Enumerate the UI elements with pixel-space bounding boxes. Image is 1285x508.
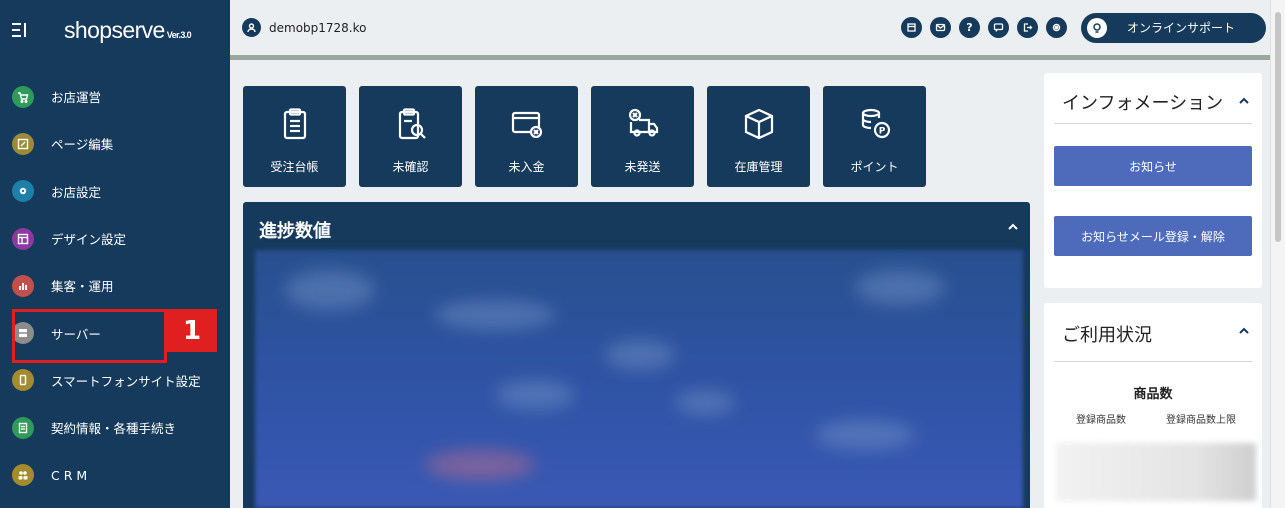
tile-label: 在庫管理 [734, 160, 783, 174]
blurred-content [255, 250, 1023, 508]
card-cancel-icon [511, 111, 542, 139]
edit-icon [12, 132, 34, 155]
divider [1054, 361, 1252, 362]
product-limit-label: 登録商品数上限 [1166, 415, 1236, 426]
progress-title: 進捗数値 [259, 221, 331, 242]
sidebar-item-label: スマートフォンサイト設定 [51, 373, 201, 389]
shop-icon[interactable] [901, 17, 922, 38]
page-scrollbar[interactable] [1270, 0, 1285, 508]
sidebar-item-marketing[interactable]: 集客・運用 [0, 262, 230, 309]
online-support-button[interactable]: オンラインサポート [1081, 12, 1266, 43]
tile-order-ledger[interactable]: 受注台帳 [243, 86, 346, 187]
divider [1054, 123, 1252, 124]
user-icon [242, 18, 261, 37]
blurred-usage-values [1056, 443, 1256, 501]
app: shopserve Ver.3.0 お店運営 ページ編集 お店設定 デザイン設定 … [0, 0, 1285, 508]
sidebar-item-design-settings[interactable]: デザイン設定 [0, 215, 230, 262]
information-panel: インフォメーション お知らせ お知らせメール登録・解除 [1044, 73, 1262, 288]
shortcut-tiles: 受注台帳 未確認 未入金 未発送 在庫管理 P ポイント [243, 86, 926, 187]
sidebar-item-label: 契約情報・各種手続き [51, 421, 177, 437]
logout-icon[interactable] [1017, 17, 1038, 38]
chevron-up-icon[interactable] [1238, 325, 1250, 337]
tile-label: 受注台帳 [270, 160, 319, 174]
brand-bar: shopserve Ver.3.0 [0, 0, 230, 60]
sidebar-item-shop-operation[interactable]: お店運営 [0, 73, 230, 120]
online-support-label: オンラインサポート [1127, 21, 1236, 35]
sidebar-nav: お店運営 ページ編集 お店設定 デザイン設定 集客・運用 サーバー スマートフォ… [0, 73, 230, 499]
product-count-heading: 商品数 [1133, 387, 1173, 402]
bar-chart-icon [12, 274, 34, 297]
sidebar-item-label: お店設定 [51, 184, 102, 200]
registered-products-label: 登録商品数 [1076, 415, 1126, 426]
layout-icon [12, 227, 34, 250]
usage-panel: ご利用状況 商品数 登録商品数 登録商品数上限 [1044, 303, 1262, 508]
smartphone-icon [12, 369, 34, 392]
box-icon [744, 108, 773, 140]
brand-version: Ver.3.0 [166, 29, 192, 40]
tile-points[interactable]: P ポイント [823, 86, 926, 187]
clipboard-search-icon [398, 108, 426, 140]
sidebar-item-label: ページ編集 [51, 137, 114, 153]
information-title: インフォメーション [1062, 93, 1224, 114]
sidebar-item-label: デザイン設定 [51, 232, 127, 248]
users-icon [12, 464, 34, 487]
tile-label: ポイント [850, 160, 899, 174]
cart-icon [12, 85, 34, 108]
tile-inventory[interactable]: 在庫管理 [707, 86, 810, 187]
chat-icon[interactable] [988, 17, 1009, 38]
sidebar-item-label: お店運営 [51, 90, 102, 106]
menu-collapse-icon[interactable] [10, 21, 28, 39]
scrollbar-thumb[interactable] [1275, 12, 1281, 242]
sidebar-item-label: 集客・運用 [51, 279, 114, 295]
tile-unshipped[interactable]: 未発送 [591, 86, 694, 187]
lightbulb-icon [1087, 17, 1107, 38]
mail-icon[interactable] [930, 17, 951, 38]
top-icons: ? オンラインサポート [901, 12, 1266, 43]
sidebar-item-label: CRM [51, 467, 92, 483]
truck-cancel-icon [628, 108, 658, 137]
gear-icon [12, 180, 34, 203]
tile-unconfirmed[interactable]: 未確認 [359, 86, 462, 187]
sidebar-item-page-edit[interactable]: ページ編集 [0, 120, 230, 167]
help-icon[interactable]: ? [959, 17, 980, 38]
sidebar-item-shop-settings[interactable]: お店設定 [0, 168, 230, 215]
sidebar-item-crm[interactable]: CRM [0, 451, 230, 498]
usage-title: ご利用状況 [1062, 325, 1152, 346]
chevron-up-icon[interactable] [1006, 220, 1020, 234]
newsletter-subscribe-button[interactable]: お知らせメール登録・解除 [1054, 216, 1252, 256]
tile-unpaid[interactable]: 未入金 [475, 86, 578, 187]
document-icon [12, 416, 34, 439]
tile-label: 未発送 [624, 160, 661, 174]
coins-icon: P [861, 108, 890, 139]
chevron-up-icon[interactable] [1238, 95, 1250, 107]
highlight-box [12, 309, 167, 363]
settings-icon[interactable] [1046, 17, 1067, 38]
svg-text:P: P [878, 127, 885, 137]
brand-name: shopserve [64, 16, 165, 43]
progress-panel: 進捗数値 [243, 202, 1030, 508]
sidebar-item-smartphone[interactable]: スマートフォンサイト設定 [0, 357, 230, 404]
tile-label: 未確認 [392, 160, 429, 174]
sidebar: shopserve Ver.3.0 お店運営 ページ編集 お店設定 デザイン設定 … [0, 0, 230, 508]
brand-logo[interactable]: shopserve Ver.3.0 [64, 16, 192, 44]
sidebar-item-contract[interactable]: 契約情報・各種手続き [0, 404, 230, 451]
user-account[interactable]: demobp1728.ko [242, 18, 366, 37]
username: demobp1728.ko [269, 20, 367, 35]
top-bar: demobp1728.ko ? オンラインサポート [230, 0, 1270, 60]
tile-label: 未入金 [508, 160, 545, 174]
step-badge: 1 [167, 309, 217, 352]
news-button[interactable]: お知らせ [1054, 146, 1252, 186]
clipboard-list-icon [283, 108, 306, 140]
